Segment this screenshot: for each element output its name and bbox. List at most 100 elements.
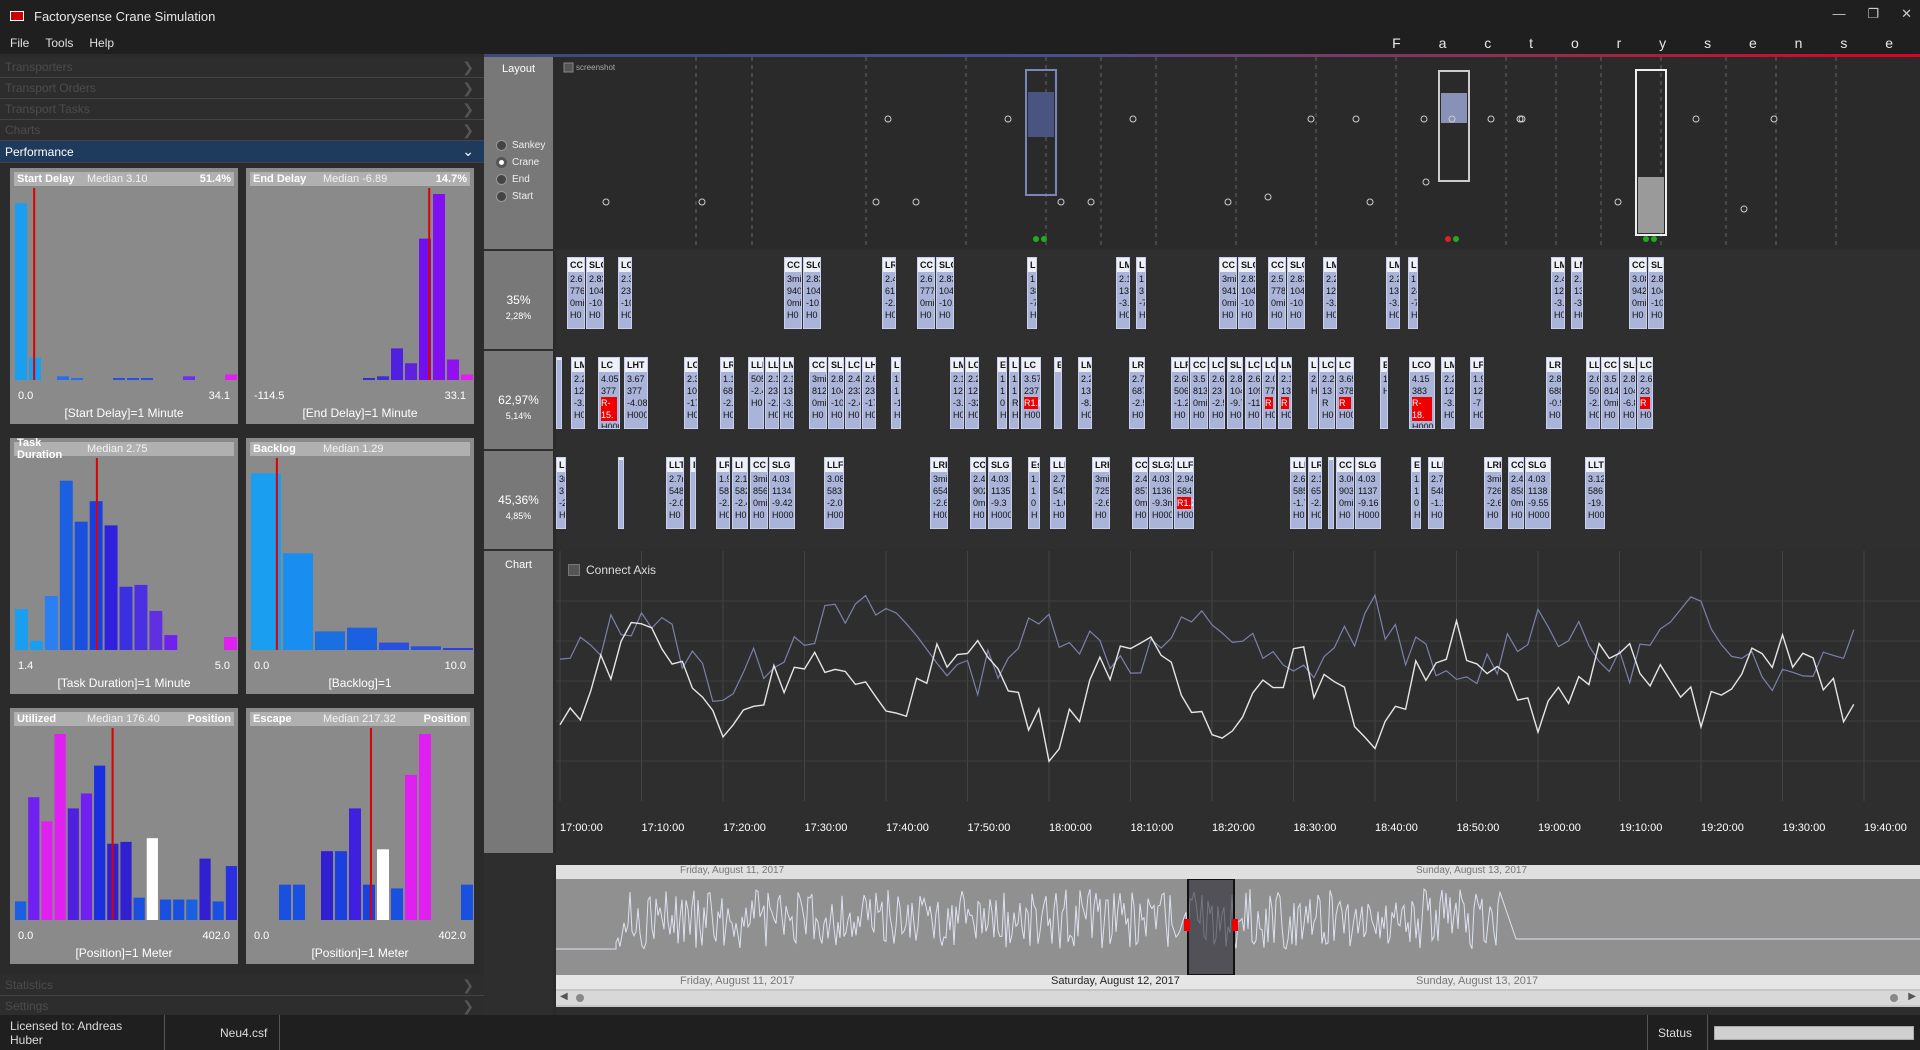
section-charts[interactable]: Charts ❯ [0,120,484,141]
task-row-3[interactable]: LRH3mi3-2.6H0 LLT2.7r548-2.0H0 L LR1.9582-2… [556,451,1920,549]
task-card[interactable]: LCC2.4233-2.4H0 [845,357,861,429]
task-card[interactable]: LR1.9582-2.4H0 [716,457,730,529]
task-card[interactable]: LRH3mi3-2.6H0 [556,457,566,529]
task-card[interactable]: LLF2.7r547-1.6H0 [1050,457,1066,529]
layout-view[interactable]: screenshot [556,57,1920,249]
radio-sankey[interactable]: Sankey [496,137,553,154]
task-card[interactable]: CC3.069030miH0 [1336,457,1354,529]
scroll-thumb-right[interactable] [1890,994,1898,1002]
task-card[interactable]: E1.010H [997,357,1007,429]
task-card[interactable]: CC2.48570miH0 [1132,457,1148,529]
task-card[interactable]: SLG2.83104-10.H0 [936,257,954,329]
task-card[interactable]: Es1.010H [1411,457,1421,529]
task-card[interactable]: SLG 4.03 1135 -9.3 H000 [988,457,1012,529]
task-card[interactable]: LRH3mi726-2.6H0 [1484,457,1502,529]
menu-tools[interactable]: Tools [45,36,73,50]
task-card[interactable]: CC2.48580miH0 [1508,457,1524,529]
task-card[interactable]: LLF2.68506-1.2H0 [1171,357,1189,429]
task-card[interactable]: CC3.089420miH0 [1629,257,1647,329]
task-card[interactable] [1328,457,1334,529]
scroll-right-icon[interactable]: ▶ [1908,991,1916,1002]
task-card[interactable]: LM2.2121-3.0H0 [1323,257,1337,329]
task-card[interactable]: LM2.112-3.0H0 [950,357,964,429]
task-card[interactable]: LM2.113RH0 [1278,357,1292,429]
task-card[interactable]: SLG2.83104-10.H0 [828,357,844,429]
task-card[interactable]: LC3.57237R1.0H000 [1021,357,1041,429]
task-card[interactable]: LRH3mi725-2.62H0 [1092,457,1110,529]
task-card[interactable]: LM2.212-3.0H0 [571,357,585,429]
task-card[interactable]: SLG2.83104-9.7H0 [1227,357,1243,429]
section-performance[interactable]: Performance ⌄ [0,141,484,163]
task-card[interactable]: LLF2.7r548-1.1H0 [1428,457,1444,529]
section-settings[interactable]: Settings ❯ [0,996,484,1017]
task-card[interactable]: LR1.168-2.0H0 [720,357,734,429]
task-card[interactable]: LM2.213-8.4H0 [1078,357,1092,429]
task-card[interactable]: LM2.113-3.0H0 [780,357,794,429]
task-card[interactable]: CC2.49020miH0 [970,457,986,529]
task-card[interactable]: LM2.213-3H0 [1571,257,1583,329]
task-card[interactable]: LC 2.2 13 R H0 [1319,357,1335,429]
task-card[interactable] [556,357,562,429]
task-card[interactable]: LF1.912-7H0 [1470,357,1484,429]
task-card[interactable]: LC4.05377R-15.H000 [598,357,620,429]
task-card[interactable]: LC2.0778RH0 [1262,357,1276,429]
task-card[interactable]: LI1.01RH [1009,357,1019,429]
task-card[interactable]: LCC2.6109-11.H0 [1245,357,1261,429]
task-card[interactable]: CC 3.5 814 0mi H0 [1601,357,1619,429]
task-card[interactable]: LM2.213-3.0H0 [1386,257,1400,329]
task-card[interactable]: LCO 4.15 383 R-18. H000 [1409,357,1435,429]
task-row-2[interactable]: LM2.212-3.0H0 LC4.05377R-15.H000LHT3.6737… [556,351,1920,449]
task-card[interactable]: LI2.1H [1308,357,1318,429]
task-card[interactable]: LCC2.623RH0 [1637,357,1653,429]
scroll-left-icon[interactable]: ◀ [560,991,568,1002]
task-card[interactable]: LM2.113-3.0H0 [1116,257,1130,329]
task-card[interactable]: LC2.212-32H0 [965,357,979,429]
task-card[interactable]: LL2.1233-2.4H0 [765,357,779,429]
task-card[interactable]: SLG 4.03 1137 -9.16 H000 [1355,457,1381,529]
task-card[interactable]: SLG2.83104-10.H0 [1648,257,1664,329]
selection-handle-left[interactable] [1184,919,1190,931]
line-chart[interactable]: Connect Axis 17:00:00 17:10:00 17:20:00 17:… [556,551,1920,853]
task-card[interactable]: LRH2.75687-2.5H0 [1129,357,1145,429]
task-card[interactable]: LRH2.85688-0.9H0 [1546,357,1562,429]
task-card[interactable] [618,457,624,529]
task-card[interactable]: LLF2.67585-1.7H0 [1290,457,1306,529]
radio-start[interactable]: Start [496,188,553,205]
task-card[interactable]: LLT3.12586-19.5H00 [1585,457,1605,529]
task-card[interactable]: LLF2.6507-2.4H0 [1586,357,1600,429]
timeline-navigator[interactable]: Friday, August 11, 2017 Sunday, August 1… [556,865,1920,1007]
menu-file[interactable]: File [10,36,29,50]
task-card[interactable]: CC 3mi 941 0mi H0 [1219,257,1237,329]
timeline-selection[interactable] [1187,879,1235,975]
task-card[interactable]: LLF2.94584R1.2H00 [1174,457,1194,529]
task-row-1[interactable]: CC2.67760miH0SLG2.83104-10.H0LC2.323-10H… [556,251,1920,349]
task-card[interactable]: CC 2.6 777 0mi H0 [917,257,935,329]
task-card[interactable]: SLG2.83104-10.H0 [586,257,604,329]
task-card[interactable]: SLG2.83104-10.H0 [1287,257,1305,329]
task-card[interactable]: E [1054,357,1062,429]
task-card[interactable]: SLG2.83104-10.H0 [1238,257,1256,329]
maximize-icon[interactable]: ❐ [1867,6,1879,22]
task-card[interactable]: LC2.3105-17H0 [684,357,698,429]
task-card[interactable]: E1H [1380,357,1388,429]
task-card[interactable]: LLF3.08583-2.07H00 [824,457,844,529]
task-card[interactable]: SLG2.83104-10.H0 [803,257,821,329]
task-card[interactable]: LLT 2.7r 548 -2.0 H0 [666,457,684,529]
task-card[interactable]: CC 2.5 778 0mi H0 [1268,257,1286,329]
task-card[interactable]: LI2.14582-2.4H0 [732,457,748,529]
task-card[interactable]: LLF505-2.4H0 [748,357,764,429]
task-card[interactable]: LRH3mi654-2.65H00 [930,457,948,529]
task-card[interactable]: Es1.010H [1028,457,1040,529]
task-card[interactable]: LHT 3.67 377 -4.08 H000 [624,357,648,429]
task-card[interactable]: LF124-7H [1408,257,1418,329]
task-card[interactable]: LR2.4618-2.0H0 [882,257,896,329]
task-card[interactable]: CC 3mi 856 0mi H0 [750,457,768,529]
task-card[interactable]: LM2.4122-3.0H0 [1551,257,1565,329]
task-card[interactable]: CC 3.5 813 0mi H0 [1190,357,1208,429]
task-card[interactable]: CC 2.6 776 0mi H0 [567,257,585,329]
task-card[interactable]: LC2.623-2.5H0 [1209,357,1225,429]
task-card[interactable]: SLG 4.03 1138 -9.55 H000 [1525,457,1551,529]
menu-help[interactable]: Help [89,36,114,50]
task-card[interactable]: LF138-7H [1027,257,1037,329]
scroll-thumb-left[interactable] [576,994,584,1002]
